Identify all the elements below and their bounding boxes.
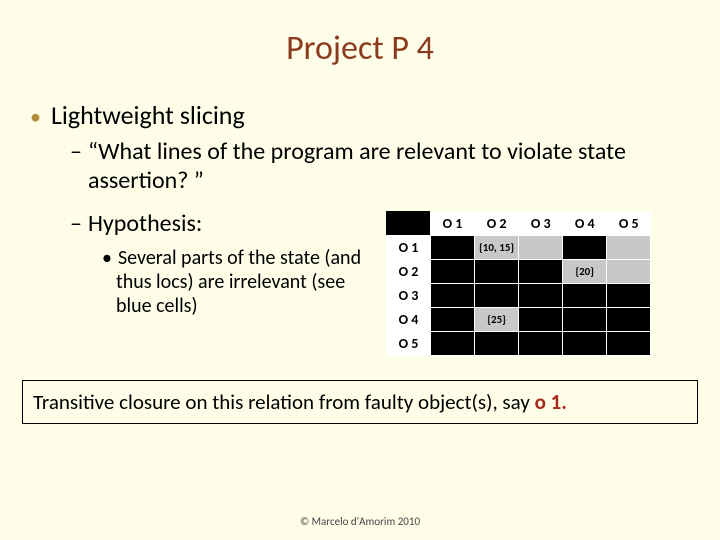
copyright: © Marcelo d'Amorim 2010	[0, 515, 720, 528]
bullet1-text: Lightweight slicing	[51, 99, 245, 131]
row-header: O 1	[387, 236, 431, 260]
row-header: O 4	[387, 308, 431, 332]
cell-black	[607, 332, 651, 356]
cell-black	[431, 284, 475, 308]
cell-black	[431, 260, 475, 284]
bullet-dot-icon: •	[30, 103, 41, 130]
relation-table-wrap: O 1 O 2 O 3 O 4 O 5 O 1 {10, 15} O 2	[380, 209, 690, 356]
hypothesis-row: –Hypothesis: •Several parts of the state…	[70, 209, 690, 356]
row-header: O 5	[387, 332, 431, 356]
cell-black	[519, 284, 563, 308]
bullet3-sub-text: Several parts of the state (and thus loc…	[116, 246, 361, 318]
cell-value: {20}	[563, 260, 607, 284]
cell-value: {10, 15}	[475, 236, 519, 260]
footer-text: Transitive closure on this relation from…	[33, 389, 535, 415]
cell-grey	[519, 236, 563, 260]
bullet3-head-text: Hypothesis:	[88, 209, 202, 238]
bullet-level1: • Lightweight slicing	[30, 99, 690, 131]
table-corner	[387, 212, 431, 236]
cell-black	[519, 308, 563, 332]
cell-black	[519, 260, 563, 284]
col-header: O 5	[607, 212, 651, 236]
cell-black	[607, 284, 651, 308]
table-row: O 2 {20}	[387, 260, 651, 284]
cell-black	[563, 236, 607, 260]
cell-black	[475, 260, 519, 284]
bullet-level2-hypothesis: –Hypothesis:	[70, 209, 380, 238]
table-row: O 4 {25}	[387, 308, 651, 332]
bullet-dot-small-icon: •	[102, 246, 112, 270]
footer-callout: Transitive closure on this relation from…	[22, 380, 698, 424]
bullet-level2-quote: –“What lines of the program are relevant…	[70, 137, 690, 195]
col-header: O 4	[563, 212, 607, 236]
relation-table: O 1 O 2 O 3 O 4 O 5 O 1 {10, 15} O 2	[386, 211, 651, 356]
table-row: O 5	[387, 332, 651, 356]
footer-object-ref: o 1.	[535, 389, 567, 415]
slide-content: • Lightweight slicing –“What lines of the…	[0, 69, 720, 356]
cell-black	[607, 308, 651, 332]
col-header: O 2	[475, 212, 519, 236]
slide-title: Project P 4	[0, 0, 720, 69]
cell-black	[519, 332, 563, 356]
dash-icon: –	[70, 137, 82, 166]
table-row: O 3	[387, 284, 651, 308]
cell-black	[431, 332, 475, 356]
cell-black	[563, 308, 607, 332]
table-header-row: O 1 O 2 O 3 O 4 O 5	[387, 212, 651, 236]
dash-icon: –	[70, 209, 82, 238]
table-row: O 1 {10, 15}	[387, 236, 651, 260]
col-header: O 1	[431, 212, 475, 236]
cell-black	[563, 284, 607, 308]
cell-black	[563, 332, 607, 356]
row-header: O 3	[387, 284, 431, 308]
cell-black	[475, 284, 519, 308]
col-header: O 3	[519, 212, 563, 236]
hypothesis-text-col: –Hypothesis: •Several parts of the state…	[70, 209, 380, 318]
cell-black	[475, 332, 519, 356]
cell-value: {25}	[475, 308, 519, 332]
cell-grey	[607, 236, 651, 260]
cell-black	[431, 236, 475, 260]
bullet2-text: “What lines of the program are relevant …	[88, 137, 626, 195]
row-header: O 2	[387, 260, 431, 284]
cell-grey	[607, 260, 651, 284]
cell-black	[431, 308, 475, 332]
bullet-level3: •Several parts of the state (and thus lo…	[102, 246, 380, 318]
